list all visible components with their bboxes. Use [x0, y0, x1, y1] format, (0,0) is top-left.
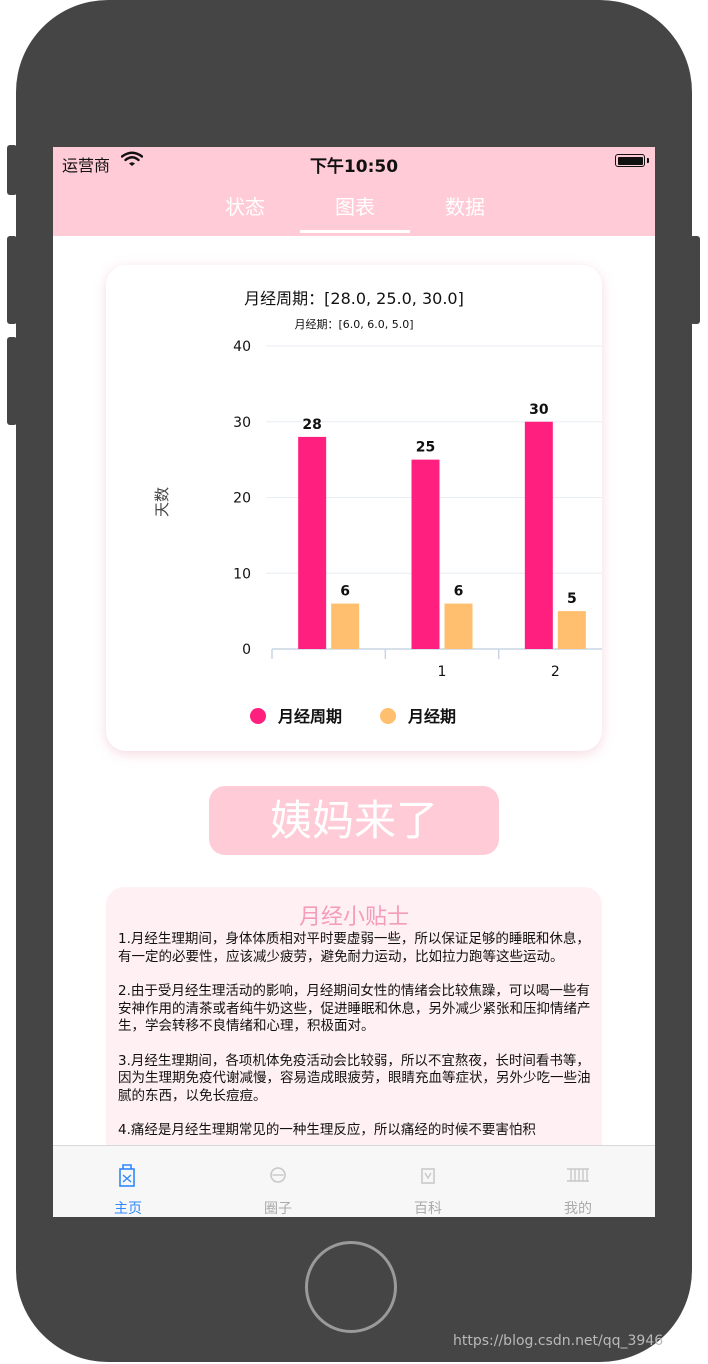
tab-data[interactable]: 数据 [410, 191, 520, 220]
y-tick-label: 20 [233, 491, 251, 507]
bottom-tab-home-label: 主页 [114, 1201, 142, 1217]
chart-card: 月经周期：[28.0, 25.0, 30.0] 月经期：[6.0, 6.0, 5… [106, 265, 602, 751]
active-tab-indicator [300, 230, 410, 233]
bar-period [444, 603, 473, 649]
legend-label: 月经期 [407, 707, 456, 726]
y-tick-label: 0 [242, 642, 251, 658]
bar-data-label: 28 [302, 417, 321, 433]
y-tick-label: 30 [233, 415, 251, 431]
bar-data-label: 5 [567, 591, 577, 607]
chart-subtitle: 月经期：[6.0, 6.0, 5.0] [294, 318, 413, 331]
bar-data-label: 30 [529, 402, 549, 418]
legend-marker [380, 708, 396, 724]
tips-text: 1.月经生理期间，身体体质相对平时要虚弱一些，所以保证足够的睡眠和休息，有一定的… [118, 931, 592, 1157]
status-time: 下午10:50 [309, 157, 399, 177]
bar-data-label: 25 [416, 440, 435, 456]
x-tick-label: 1 [438, 664, 447, 680]
power-button [690, 236, 700, 324]
bar-cycle [411, 459, 440, 649]
y-tick-label: 40 [233, 339, 251, 355]
status-bar: 运营商 下午10:50 [53, 147, 655, 177]
bottom-tab-encyclopedia[interactable]: 百科 [353, 1146, 503, 1217]
bar-cycle [298, 436, 327, 649]
circle-icon [263, 1160, 293, 1194]
volume-down-button [7, 337, 17, 425]
tab-status[interactable]: 状态 [190, 191, 300, 220]
watermark: https://blog.csdn.net/qq_3946 [453, 1333, 664, 1349]
tip-paragraph: 1.月经生理期间，身体体质相对平时要虚弱一些，所以保证足够的睡眠和休息，有一定的… [118, 931, 590, 965]
bottom-tab-encyclopedia-label: 百科 [414, 1201, 442, 1217]
bar-period [557, 611, 586, 649]
tip-paragraph: 4.痛经是月经生理期常见的一种生理反应，所以痛经的时候不要害怕积 [118, 1122, 536, 1138]
legend-label: 月经周期 [277, 707, 342, 726]
bottom-tab-home[interactable]: 主页 [53, 1146, 203, 1217]
app-screen: 运营商 下午10:50 状态 图表 数据 月经周期：[28.0, 25.0, 3… [53, 147, 655, 1217]
profile-icon [563, 1160, 593, 1194]
tip-paragraph: 2.由于受月经生理活动的影响，月经期间女性的情绪会比较焦躁，可以喝一些有安神作用… [118, 983, 591, 1034]
encyclopedia-icon [413, 1160, 443, 1194]
bar-chart: 月经周期：[28.0, 25.0, 30.0] 月经期：[6.0, 6.0, 5… [153, 289, 602, 726]
bottom-tab-profile[interactable]: 我的 [503, 1146, 653, 1217]
x-tick-label: 2 [551, 664, 560, 680]
mute-switch [7, 145, 17, 195]
volume-up-button [7, 236, 17, 324]
bar-data-label: 6 [454, 584, 464, 600]
tips-title: 月经小贴士 [298, 905, 409, 930]
bar-period [331, 603, 360, 649]
home-button[interactable] [305, 1241, 397, 1333]
legend-marker [250, 708, 266, 724]
bottom-tab-circle-label: 圈子 [264, 1201, 292, 1217]
bottom-tab-profile-label: 我的 [564, 1201, 592, 1217]
home-icon [113, 1160, 143, 1194]
battery-icon [615, 154, 645, 167]
tip-paragraph: 3.月经生理期间，各项机体免疫活动会比较弱，所以不宜熬夜，长时间看书等，因为生理… [118, 1052, 591, 1104]
bottom-tab-circle[interactable]: 圈子 [203, 1146, 353, 1217]
battery-tip [647, 158, 649, 163]
top-tab-bar: 状态 图表 数据 [53, 177, 655, 236]
bar-data-label: 6 [340, 584, 350, 600]
bottom-tab-bar: 主页 圈子 百科 我的 [53, 1145, 655, 1217]
y-axis-label: 天数 [153, 487, 171, 517]
tab-chart[interactable]: 图表 [300, 191, 410, 220]
period-start-button[interactable]: 姨妈来了 [209, 786, 499, 855]
y-tick-label: 10 [233, 566, 251, 582]
chart-title: 月经周期：[28.0, 25.0, 30.0] [244, 289, 464, 308]
bar-cycle [524, 421, 553, 649]
